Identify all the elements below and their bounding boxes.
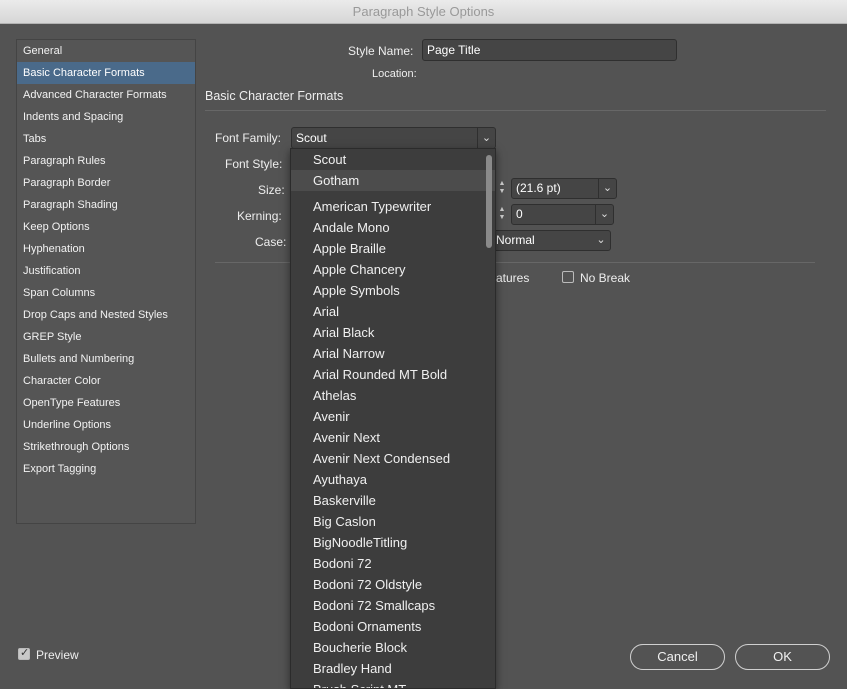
sidebar-item[interactable]: Span Columns [17, 282, 195, 304]
font-option[interactable]: Bodoni 72 Smallcaps [291, 595, 495, 616]
font-family-value: Scout [296, 131, 327, 145]
font-family-dropdown[interactable]: Scout Gotham American Typewriter Andale Mon… [290, 148, 496, 689]
sidebar-item[interactable]: Character Color [17, 370, 195, 392]
font-option[interactable]: Arial Rounded MT Bold [291, 364, 495, 385]
font-option[interactable]: Arial [291, 301, 495, 322]
no-break-label: No Break [580, 271, 631, 285]
style-name-label: Style Name: [348, 44, 414, 58]
position-value: Normal [496, 233, 535, 247]
font-option[interactable]: BigNoodleTitling [291, 532, 495, 553]
sidebar-item[interactable]: Drop Caps and Nested Styles [17, 304, 195, 326]
ok-button[interactable]: OK [735, 644, 830, 670]
case-label: Case: [255, 235, 287, 249]
sidebar-item[interactable]: Tabs [17, 128, 195, 150]
font-style-label: Font Style: [225, 157, 283, 171]
dropdown-scrollbar[interactable] [486, 155, 492, 248]
tracking-stepper-icon[interactable]: ▲ ▼ [497, 206, 507, 222]
sidebar-item[interactable]: GREP Style [17, 326, 195, 348]
sidebar-item[interactable]: Basic Character Formats [17, 62, 195, 84]
font-option[interactable]: Scout [291, 149, 495, 170]
font-option[interactable]: Bodoni Ornaments [291, 616, 495, 637]
sidebar-item[interactable]: Paragraph Border [17, 172, 195, 194]
font-option[interactable]: Apple Symbols [291, 280, 495, 301]
sidebar-item[interactable]: OpenType Features [17, 392, 195, 414]
chevron-down-icon[interactable]: ⌄ [477, 128, 495, 148]
position-chevron-icon[interactable]: ⌄ [592, 231, 610, 250]
font-family-select[interactable]: Scout [291, 127, 496, 149]
section-title: Basic Character Formats [205, 89, 344, 103]
font-option[interactable]: American Typewriter [291, 196, 495, 217]
font-option[interactable]: Bodoni 72 [291, 553, 495, 574]
size-label: Size: [258, 183, 285, 197]
sidebar-item[interactable]: Underline Options [17, 414, 195, 436]
font-option[interactable]: Boucherie Block [291, 637, 495, 658]
sidebar-item[interactable]: Bullets and Numbering [17, 348, 195, 370]
font-option[interactable]: Athelas [291, 385, 495, 406]
section-divider [205, 110, 826, 111]
font-option[interactable]: Andale Mono [291, 217, 495, 238]
font-option[interactable]: Bodoni 72 Oldstyle [291, 574, 495, 595]
sidebar-item[interactable]: Paragraph Shading [17, 194, 195, 216]
kerning-label: Kerning: [237, 209, 282, 223]
window-title: Paragraph Style Options [0, 0, 847, 24]
sidebar-item[interactable]: Justification [17, 260, 195, 282]
sidebar-item[interactable]: Export Tagging [17, 458, 195, 480]
font-option[interactable]: Baskerville [291, 490, 495, 511]
font-option[interactable]: Gotham [291, 170, 495, 191]
tracking-chevron-icon[interactable]: ⌄ [595, 205, 613, 224]
font-option[interactable]: Big Caslon [291, 511, 495, 532]
leading-value: (21.6 pt) [516, 181, 561, 195]
font-option[interactable]: Ayuthaya [291, 469, 495, 490]
font-option[interactable]: Bradley Hand [291, 658, 495, 679]
sidebar-item[interactable]: Hyphenation [17, 238, 195, 260]
location-label: Location: [372, 68, 417, 80]
leading-stepper-icon[interactable]: ▲ ▼ [497, 180, 507, 196]
sidebar-item[interactable]: Paragraph Rules [17, 150, 195, 172]
font-option[interactable]: Apple Braille [291, 238, 495, 259]
style-name-input[interactable]: Page Title [422, 39, 677, 61]
sidebar-item[interactable]: Strikethrough Options [17, 436, 195, 458]
preview-label: Preview [36, 648, 79, 662]
no-break-checkbox[interactable] [562, 271, 574, 283]
sidebar-item[interactable]: General [17, 40, 195, 62]
font-option[interactable]: Brush Script MT [291, 679, 495, 688]
font-option[interactable]: Avenir Next Condensed [291, 448, 495, 469]
category-list: General Basic Character Formats Advanced C… [16, 39, 196, 524]
sidebar-item[interactable]: Keep Options [17, 216, 195, 238]
cancel-button[interactable]: Cancel [630, 644, 725, 670]
preview-checkbox[interactable]: ✓ [18, 647, 30, 660]
font-option[interactable]: Avenir [291, 406, 495, 427]
font-option[interactable]: Arial Narrow [291, 343, 495, 364]
sidebar-item[interactable]: Indents and Spacing [17, 106, 195, 128]
font-family-label: Font Family: [215, 131, 282, 145]
leading-chevron-icon[interactable]: ⌄ [598, 179, 616, 198]
font-option[interactable]: Arial Black [291, 322, 495, 343]
sidebar-item[interactable]: Advanced Character Formats [17, 84, 195, 106]
tracking-value: 0 [516, 207, 523, 221]
checkmark-icon: ✓ [20, 647, 30, 659]
font-option[interactable]: Apple Chancery [291, 259, 495, 280]
ligatures-label: atures [496, 271, 530, 285]
font-option[interactable]: Avenir Next [291, 427, 495, 448]
